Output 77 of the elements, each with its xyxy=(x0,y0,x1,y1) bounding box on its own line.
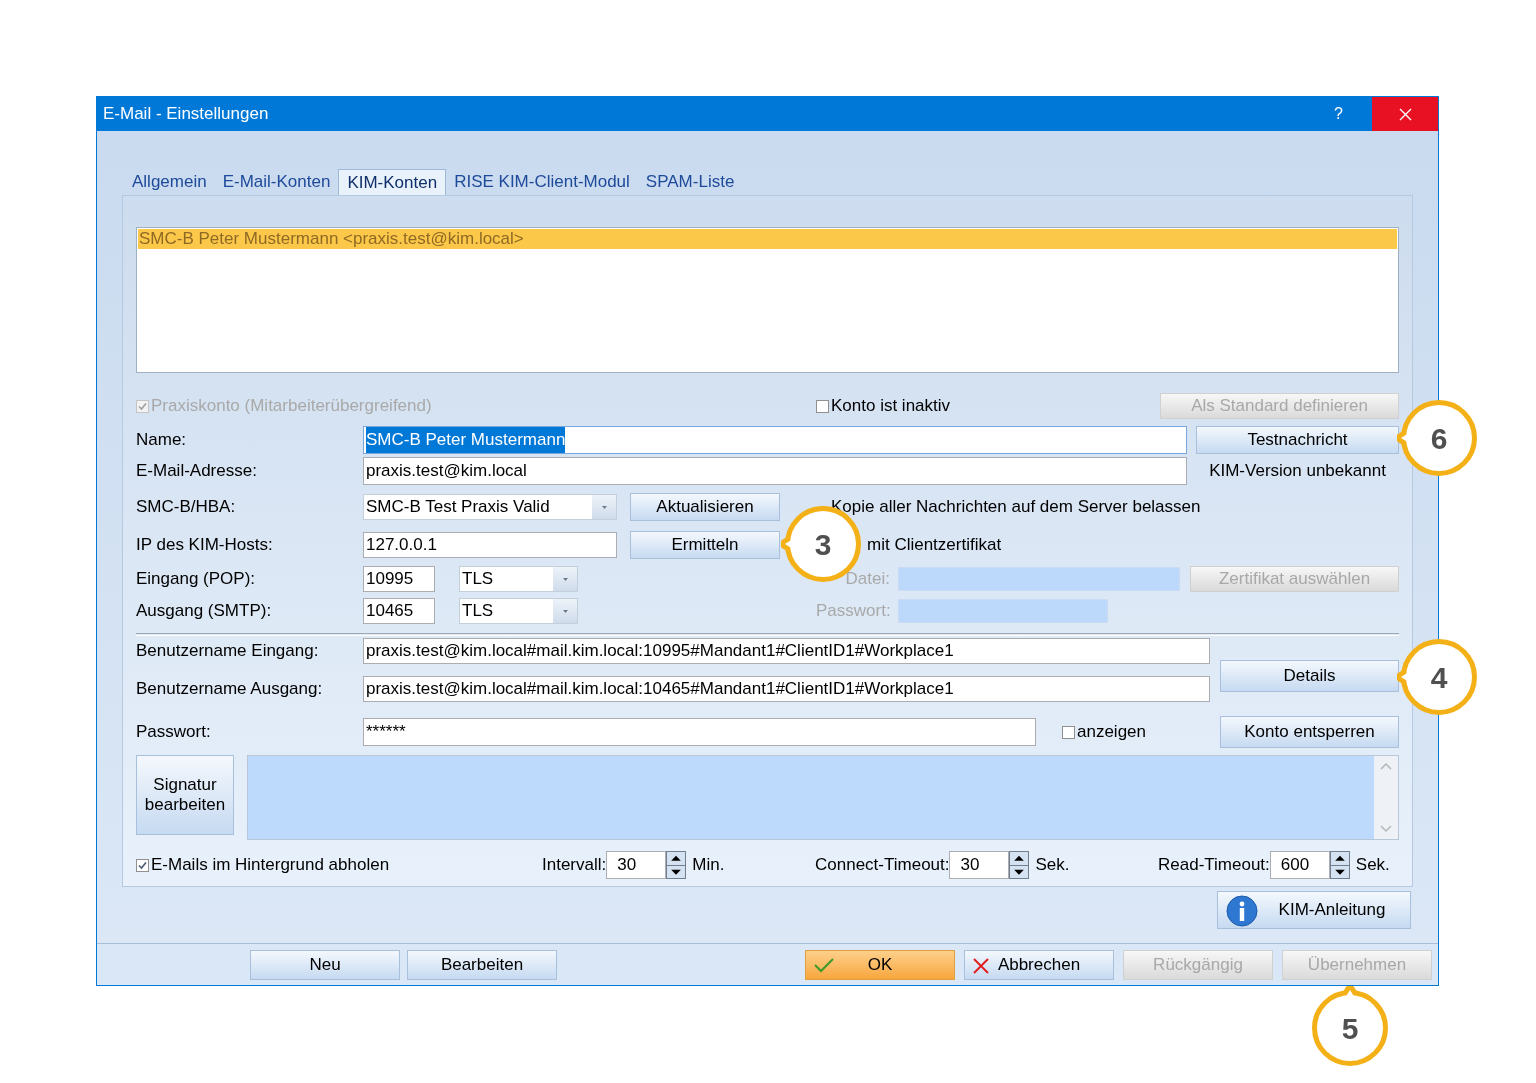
version-text: KIM-Version unbekannt xyxy=(1208,460,1387,483)
email-field[interactable]: praxis.test@kim.local xyxy=(363,457,1187,485)
help-button[interactable]: ? xyxy=(1305,97,1372,131)
window-title: E-Mail - Einstellungen xyxy=(103,103,270,126)
field-label: Passwort: xyxy=(136,721,212,744)
number-field[interactable]: 600 xyxy=(1269,851,1330,879)
field-label: Connect-Timeout: xyxy=(815,854,950,877)
signature-area[interactable] xyxy=(247,755,1399,840)
field-label: E-Mail-Adresse: xyxy=(136,460,258,483)
dropdown-arrow-icon xyxy=(562,609,568,613)
tab[interactable]: RISE KIM-Client-Modul xyxy=(446,169,638,195)
guide-button[interactable]: KIM-Anleitung xyxy=(1217,891,1411,929)
spin-buttons[interactable] xyxy=(1329,851,1350,879)
scroll-up-icon[interactable] xyxy=(1380,762,1392,770)
close-icon xyxy=(1398,107,1412,121)
field-label: Benutzername Ausgang: xyxy=(136,678,324,701)
field-label: Read-Timeout: xyxy=(1158,854,1270,877)
field-label: Eingang (POP): xyxy=(136,568,257,591)
checkbox-label: Praxiskonto (Mitarbeiterübergreifend) xyxy=(151,395,432,418)
dropdown[interactable]: TLS xyxy=(459,566,578,592)
footer-button[interactable]: Bearbeiten xyxy=(407,949,557,980)
scroll-down-icon[interactable] xyxy=(1380,825,1392,833)
cancel-button[interactable]: Abbrechen xyxy=(964,949,1114,980)
name-field[interactable]: SMC-B Peter Mustermann xyxy=(363,426,1187,454)
number-field[interactable]: 30 xyxy=(949,851,1010,879)
tab[interactable]: SPAM-Liste xyxy=(637,169,743,195)
checkbox[interactable] xyxy=(816,399,829,413)
details-button[interactable]: Details xyxy=(1220,660,1399,692)
callout-tooltip: 5 xyxy=(1312,986,1388,1066)
password-field[interactable]: ****** xyxy=(363,718,1036,746)
refresh-button[interactable]: Aktualisieren xyxy=(630,493,780,521)
info-icon xyxy=(1226,895,1258,927)
selected-text: SMC-B Peter Mustermann xyxy=(366,427,566,453)
check-icon xyxy=(814,956,834,973)
checkbox-label: anzeigen xyxy=(1077,721,1146,744)
callout-tooltip: 4 xyxy=(1397,639,1477,715)
footer-button[interactable]: Neu xyxy=(250,949,400,980)
field-label: Ausgang (SMTP): xyxy=(136,600,273,623)
test-message-button[interactable]: Testnachricht xyxy=(1196,426,1399,454)
edit-signature-button[interactable]: Signatur bearbeiten xyxy=(136,755,234,835)
checkbox[interactable] xyxy=(136,858,149,872)
tab[interactable]: E-Mail-Konten xyxy=(214,169,339,195)
username-field[interactable]: praxis.test@kim.local#mail.kim.local:10995#Mandant1#ClientID1#Workplace1 xyxy=(363,638,1210,664)
unlock-account-button[interactable]: Konto entsperren xyxy=(1220,716,1399,748)
unit-label: Sek. xyxy=(1035,854,1070,877)
checkbox-label: mit Clientzertifikat xyxy=(867,533,1002,556)
detect-button[interactable]: Ermitteln xyxy=(630,530,780,559)
field-label: Passwort: xyxy=(816,600,890,623)
dropdown-arrow-icon xyxy=(562,577,568,581)
dropdown[interactable]: SMC-B Test Praxis Valid xyxy=(363,494,617,520)
close-icon xyxy=(973,957,989,974)
checkbox[interactable] xyxy=(1062,725,1075,739)
tab[interactable]: Allgemein xyxy=(124,169,215,195)
unit-label: Min. xyxy=(692,854,725,877)
checkbox-label: E-Mails im Hintergrund abholen xyxy=(151,854,390,877)
number-field[interactable]: 30 xyxy=(606,851,667,879)
field-label: IP des KIM-Hosts: xyxy=(136,533,274,556)
dropdown-arrow-icon xyxy=(601,505,607,509)
dropdown[interactable]: TLS xyxy=(459,598,578,624)
port-field[interactable]: 10465 xyxy=(363,598,435,624)
close-button[interactable] xyxy=(1372,97,1438,131)
host-field[interactable]: 127.0.0.1 xyxy=(363,531,617,558)
field-label: Datei: xyxy=(844,568,890,591)
checkbox-label: Konto ist inaktiv xyxy=(831,395,951,418)
port-field[interactable]: 10995 xyxy=(363,566,435,592)
field-label: Benutzername Eingang: xyxy=(136,640,320,663)
username-field[interactable]: praxis.test@kim.local#mail.kim.local:10465#Mandant1#ClientID1#Workplace1 xyxy=(363,676,1210,702)
tab[interactable]: KIM-Konten xyxy=(338,169,447,195)
scrollbar[interactable] xyxy=(1374,756,1398,839)
unit-label: Sek. xyxy=(1355,854,1390,877)
field-label: SMC-B/HBA: xyxy=(136,496,237,519)
ok-button[interactable]: OK xyxy=(805,949,955,980)
field-label: Name: xyxy=(136,429,188,452)
field-label: Intervall: xyxy=(542,854,607,877)
spin-buttons[interactable] xyxy=(1009,851,1030,879)
callout-tooltip: 6 xyxy=(1397,400,1477,476)
spin-buttons[interactable] xyxy=(666,851,687,879)
